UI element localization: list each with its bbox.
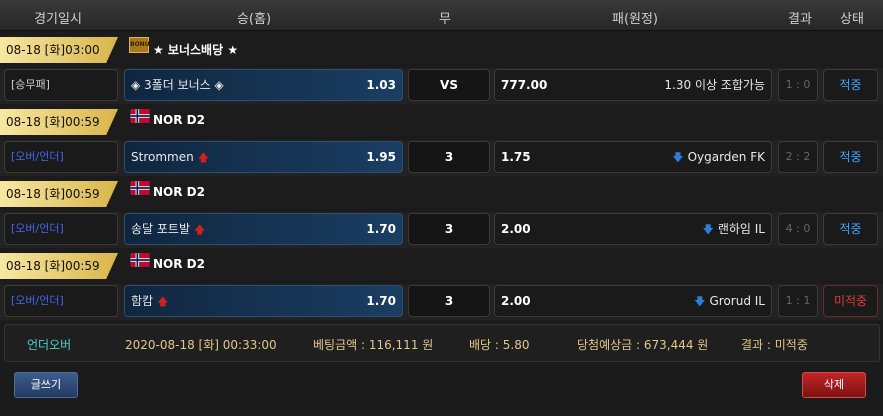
home-pick[interactable]: 함캄 🡅 1.70	[124, 285, 403, 317]
header-status: 상태	[840, 12, 864, 27]
arrow-up-icon: 🡅	[197, 151, 210, 164]
draw-pick[interactable]: 3	[408, 141, 490, 173]
home-odd: 1.03	[366, 78, 396, 92]
league-name: ★ 보너스배당 ★	[153, 43, 239, 57]
draw-pick[interactable]: VS	[408, 69, 490, 101]
league-name: NOR D2	[153, 185, 205, 199]
bet-type: [오버/언더]	[4, 285, 118, 317]
home-team: Strommen	[131, 150, 194, 164]
home-team: ◈ 3폴더 보너스 ◈	[131, 78, 224, 92]
norway-flag-icon	[130, 181, 150, 195]
score: 2 : 2	[778, 141, 818, 173]
score: 1 : 1	[778, 285, 818, 317]
arrow-down-icon: 🡇	[694, 295, 706, 308]
home-odd: 1.70	[366, 222, 396, 236]
summary-date: 2020-08-18 [화] 00:33:00	[125, 338, 277, 352]
score: 4 : 0	[778, 213, 818, 245]
bet-row: [승무패] ◈ 3폴더 보너스 ◈ 1.03 VS 777.00 1.30 이상 조…	[0, 68, 883, 104]
summary-expected: 당첨예상금 : 673,444 원	[577, 338, 709, 352]
status-badge: 적중	[823, 141, 878, 173]
away-team: Grorud IL	[709, 294, 765, 308]
bet-row: [오버/언더] 송달 포트발 🡅 1.70 3 2.00 🡇 랜하임 IL 4 : 0 …	[0, 212, 883, 248]
bet-type: [오버/언더]	[4, 141, 118, 173]
away-pick[interactable]: 777.00 1.30 이상 조합가능	[494, 69, 772, 101]
away-pick[interactable]: 2.00 🡇 Grorud IL	[494, 285, 772, 317]
bonus-icon: BONUS	[129, 37, 154, 53]
norway-flag-icon	[130, 253, 150, 267]
match-datetime: 08-18 [화]00:59	[0, 181, 118, 207]
table-header: 경기일시 승(홈) 무 패(원정) 결과 상태	[0, 0, 883, 31]
home-pick[interactable]: 송달 포트발 🡅 1.70	[124, 213, 403, 245]
match-datetime: 08-18 [화]00:59	[0, 253, 118, 279]
league-header: 08-18 [화]00:59 NOR D2	[0, 178, 883, 208]
away-pick[interactable]: 2.00 🡇 랜하임 IL	[494, 213, 772, 245]
norway-flag-icon	[130, 109, 150, 123]
arrow-down-icon: 🡇	[702, 223, 714, 236]
away-team: 랜하임 IL	[717, 222, 765, 236]
bet-type: [오버/언더]	[4, 213, 118, 245]
home-pick[interactable]: ◈ 3폴더 보너스 ◈ 1.03	[124, 69, 403, 101]
header-result: 결과	[788, 12, 812, 27]
header-away: 패(원정)	[611, 12, 659, 27]
league-name: NOR D2	[153, 113, 205, 127]
home-team: 함캄	[131, 294, 154, 308]
home-team: 송달 포트발	[131, 222, 191, 236]
arrow-up-icon: 🡅	[157, 295, 169, 308]
summary-odds: 배당 : 5.80	[469, 338, 530, 352]
header-draw: 무	[439, 12, 451, 27]
league-name: NOR D2	[153, 257, 205, 271]
home-odd: 1.70	[366, 294, 396, 308]
status-badge: 미적중	[823, 285, 878, 317]
score: 1 : 0	[778, 69, 818, 101]
match-datetime: 08-18 [화]03:00	[0, 37, 118, 63]
header-date: 경기일시	[34, 12, 82, 27]
league-header: 08-18 [화]03:00 BONUS ★ 보너스배당 ★	[0, 34, 883, 64]
draw-pick[interactable]: 3	[408, 285, 490, 317]
home-odd: 1.95	[366, 150, 396, 164]
bet-row: [오버/언더] Strommen 🡅 1.95 3 1.75 🡇 Oygarden FK…	[0, 140, 883, 176]
status-badge: 적중	[823, 69, 878, 101]
header-home: 승(홈)	[236, 12, 272, 27]
write-button[interactable]: 글쓰기	[14, 372, 78, 398]
delete-button[interactable]: 삭제	[802, 372, 866, 398]
away-odd: 2.00	[501, 222, 531, 236]
away-pick[interactable]: 1.75 🡇 Oygarden FK	[494, 141, 772, 173]
league-header: 08-18 [화]00:59 NOR D2	[0, 106, 883, 136]
away-team: Oygarden FK	[687, 150, 765, 164]
summary-result: 결과 : 미적중	[741, 338, 808, 352]
away-odd: 2.00	[501, 294, 531, 308]
status-badge: 적중	[823, 213, 878, 245]
away-team: 1.30 이상 조합가능	[664, 78, 765, 92]
bet-type: [승무패]	[4, 69, 118, 101]
bet-summary: 언더오버 2020-08-18 [화] 00:33:00 베팅금액 : 116,…	[4, 324, 880, 362]
draw-pick[interactable]: 3	[408, 213, 490, 245]
bet-row: [오버/언더] 함캄 🡅 1.70 3 2.00 🡇 Grorud IL 1 : 1 미…	[0, 284, 883, 320]
league-header: 08-18 [화]00:59 NOR D2	[0, 250, 883, 280]
home-pick[interactable]: Strommen 🡅 1.95	[124, 141, 403, 173]
arrow-up-icon: 🡅	[194, 223, 206, 236]
match-datetime: 08-18 [화]00:59	[0, 109, 118, 135]
summary-bet: 베팅금액 : 116,111 원	[313, 338, 434, 352]
away-odd: 777.00	[501, 78, 548, 92]
arrow-down-icon: 🡇	[672, 151, 684, 164]
away-odd: 1.75	[501, 150, 531, 164]
summary-kind: 언더오버	[27, 338, 72, 352]
